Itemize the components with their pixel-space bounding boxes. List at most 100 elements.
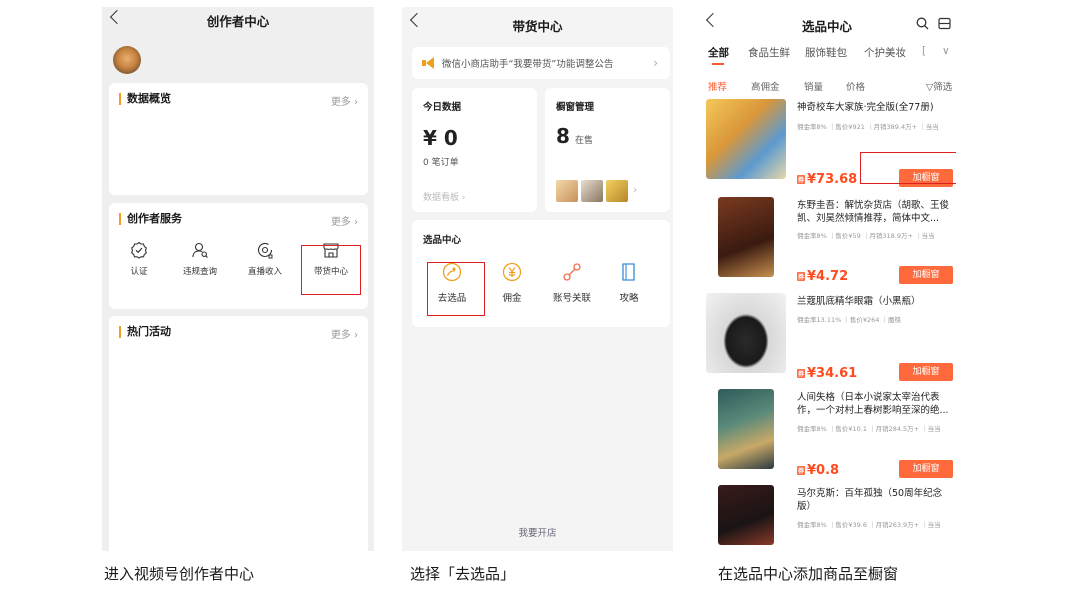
events-more-link[interactable]: 更多 — [331, 326, 358, 341]
nav-bar: 带货中心 — [402, 7, 673, 34]
service-live-income[interactable]: 直播收入 — [236, 241, 294, 277]
tab-overflow[interactable]: [ — [922, 45, 926, 57]
chevron-right-icon: › — [653, 56, 658, 70]
tool-label: 攻略 — [619, 293, 639, 304]
tab-apparel[interactable]: 服饰鞋包 — [805, 45, 847, 60]
window-title: 橱窗管理 — [556, 102, 595, 113]
product-image — [718, 485, 774, 545]
overview-more-link[interactable]: 更多 — [331, 93, 358, 108]
book-icon — [622, 263, 635, 281]
filter-bar: 推荐 高佣金 销量 价格 ▽筛选 — [698, 79, 956, 95]
tab-food[interactable]: 食品生鲜 — [748, 45, 790, 60]
nav-bar: 创作者中心 — [102, 7, 374, 33]
coupon-tag: 券 — [797, 369, 806, 378]
tab-beauty[interactable]: 个护美妆 — [864, 45, 906, 60]
product-title: 人间失格（日本小说家太宰治代表作，一个对村上春树影响至深的绝... — [797, 392, 949, 416]
filter-price[interactable]: 价格 — [846, 79, 865, 93]
product-image — [718, 389, 774, 469]
service-label: 认证 — [130, 267, 148, 277]
product-meta: 佣金率8% ｜售价¥39.6 ｜月销263.9万+ ｜当当 — [797, 521, 941, 529]
verified-badge-icon — [131, 241, 147, 259]
open-shop-link[interactable]: 我要开店 — [402, 525, 673, 539]
creator-center-screen: 创作者中心 数据概览 更多 创作者服务 更多 认证 违规查询 — [102, 7, 374, 551]
yuan-coin-icon — [502, 262, 522, 282]
service-violation-query[interactable]: 违规查询 — [171, 241, 229, 277]
coupon-tag: 券 — [797, 175, 806, 184]
today-data-card[interactable]: 今日数据 ¥ 0 0 笔订单 数据看板 › — [412, 88, 537, 212]
user-search-icon — [192, 242, 208, 258]
product-image — [706, 293, 786, 373]
product-price: 券 ¥73.68 — [797, 172, 857, 187]
window-unit: 在售 — [575, 136, 594, 146]
product-meta: 佣金率8% ｜售价¥10.1 ｜月销284.5万+ ｜当当 — [797, 425, 941, 433]
services-more-link[interactable]: 更多 — [331, 213, 358, 228]
today-amount: ¥ 0 — [423, 126, 458, 150]
tool-account-link[interactable]: 账号关联 — [547, 262, 597, 304]
coupon-tag: 券 — [797, 466, 806, 475]
list-item[interactable]: 东野圭吾：解忧杂货店（胡歌、王俊凯、刘昊然倾情推荐，简体中文... 佣金率8% … — [698, 197, 956, 294]
price-value: ¥73.68 — [807, 172, 858, 187]
speaker-icon-cone — [426, 57, 434, 69]
category-tabs: 全部 食品生鲜 服饰鞋包 个护美妆 [ ∨ — [698, 41, 956, 65]
product-title: 东野圭吾：解忧杂货店（胡歌、王俊凯、刘昊然倾情推荐，简体中文... — [797, 200, 950, 224]
highlight-box — [301, 245, 361, 295]
notice-bar[interactable]: 微信小商店助手“我要带货”功能调整公告 › — [412, 47, 670, 79]
today-orders: 0 笔订单 — [423, 158, 459, 168]
nav-bar: 选品中心 — [698, 7, 956, 34]
filter-sales[interactable]: 销量 — [804, 79, 823, 93]
window-count: 8 — [556, 124, 570, 148]
caption: 选择「去选品」 — [410, 565, 516, 583]
coupon-tag: 券 — [797, 272, 806, 281]
window-manage-card[interactable]: 橱窗管理 8 在售 › — [545, 88, 670, 212]
product-title: 神奇校车大家族·完全版(全77册) — [797, 102, 934, 113]
page-title: 创作者中心 — [206, 14, 270, 29]
tab-indicator — [712, 63, 724, 65]
product-price: 券 ¥0.8 — [797, 463, 839, 478]
list-item[interactable]: 马尔克斯：百年孤独（50周年纪念版） 佣金率8% ｜售价¥39.6 ｜月销263… — [698, 485, 956, 551]
tab-all[interactable]: 全部 — [708, 45, 729, 60]
product-price: 券 ¥4.72 — [797, 269, 848, 284]
list-item[interactable]: 兰蔻肌底精华眼霜（小黑瓶） 佣金率13.11% ｜售价¥264 ｜魔筷 券 ¥34… — [698, 293, 956, 390]
chevron-right-icon: › — [633, 183, 638, 196]
product-title: 兰蔻肌底精华眼霜（小黑瓶） — [797, 296, 921, 307]
link-icon — [563, 263, 581, 281]
price-value: ¥34.61 — [807, 366, 858, 381]
add-to-window-button[interactable]: 加橱窗 — [899, 266, 953, 284]
search-icon[interactable] — [916, 17, 929, 30]
services-title: 创作者服务 — [119, 213, 182, 225]
product-thumbnail — [556, 180, 578, 202]
page-title: 带货中心 — [512, 19, 563, 34]
selection-center-card: 选品中心 去选品 佣金 账号关联 攻略 — [412, 220, 670, 327]
service-label: 违规查询 — [182, 267, 217, 277]
product-price: 券 ¥34.61 — [797, 366, 857, 381]
filter-button[interactable]: ▽筛选 — [926, 79, 952, 93]
services-card: 创作者服务 更多 认证 违规查询 直播收入 — [109, 203, 368, 309]
overview-title: 数据概览 — [119, 93, 171, 105]
product-meta: 佣金率13.11% ｜售价¥264 ｜魔筷 — [797, 316, 901, 324]
overview-card: 数据概览 更多 — [109, 83, 368, 195]
product-meta: 佣金率8% ｜售价¥921 ｜月销389.4万+ ｜当当 — [797, 123, 939, 131]
list-item[interactable]: 人间失格（日本小说家太宰治代表作，一个对村上春树影响至深的绝... 佣金率8% … — [698, 389, 956, 486]
product-thumbnail — [581, 180, 603, 202]
filter-recommend[interactable]: 推荐 — [708, 79, 727, 93]
caption: 在选品中心添加商品至橱窗 — [718, 565, 899, 583]
product-thumbnail — [606, 180, 628, 202]
window-icon[interactable] — [938, 17, 951, 30]
filter-high-commission[interactable]: 高佣金 — [751, 79, 780, 93]
add-to-window-button[interactable]: 加橱窗 — [899, 363, 953, 381]
price-value: ¥4.72 — [807, 269, 849, 284]
product-image — [706, 99, 786, 179]
dashboard-link[interactable]: 数据看板 › — [423, 190, 465, 203]
product-meta: 佣金率8% ｜售价¥59 ｜月销318.9万+ ｜当当 — [797, 232, 935, 240]
highlight-box — [427, 262, 485, 316]
price-value: ¥0.8 — [807, 463, 840, 478]
today-title: 今日数据 — [423, 102, 462, 113]
live-income-icon — [257, 242, 273, 259]
chevron-down-icon[interactable]: ∨ — [942, 45, 950, 57]
avatar[interactable] — [113, 46, 141, 74]
add-to-window-button[interactable]: 加橱窗 — [899, 460, 953, 478]
events-title: 热门活动 — [119, 326, 171, 338]
service-verify[interactable]: 认证 — [110, 241, 168, 277]
tool-guide[interactable]: 攻略 — [604, 262, 654, 304]
tool-commission[interactable]: 佣金 — [487, 262, 537, 304]
